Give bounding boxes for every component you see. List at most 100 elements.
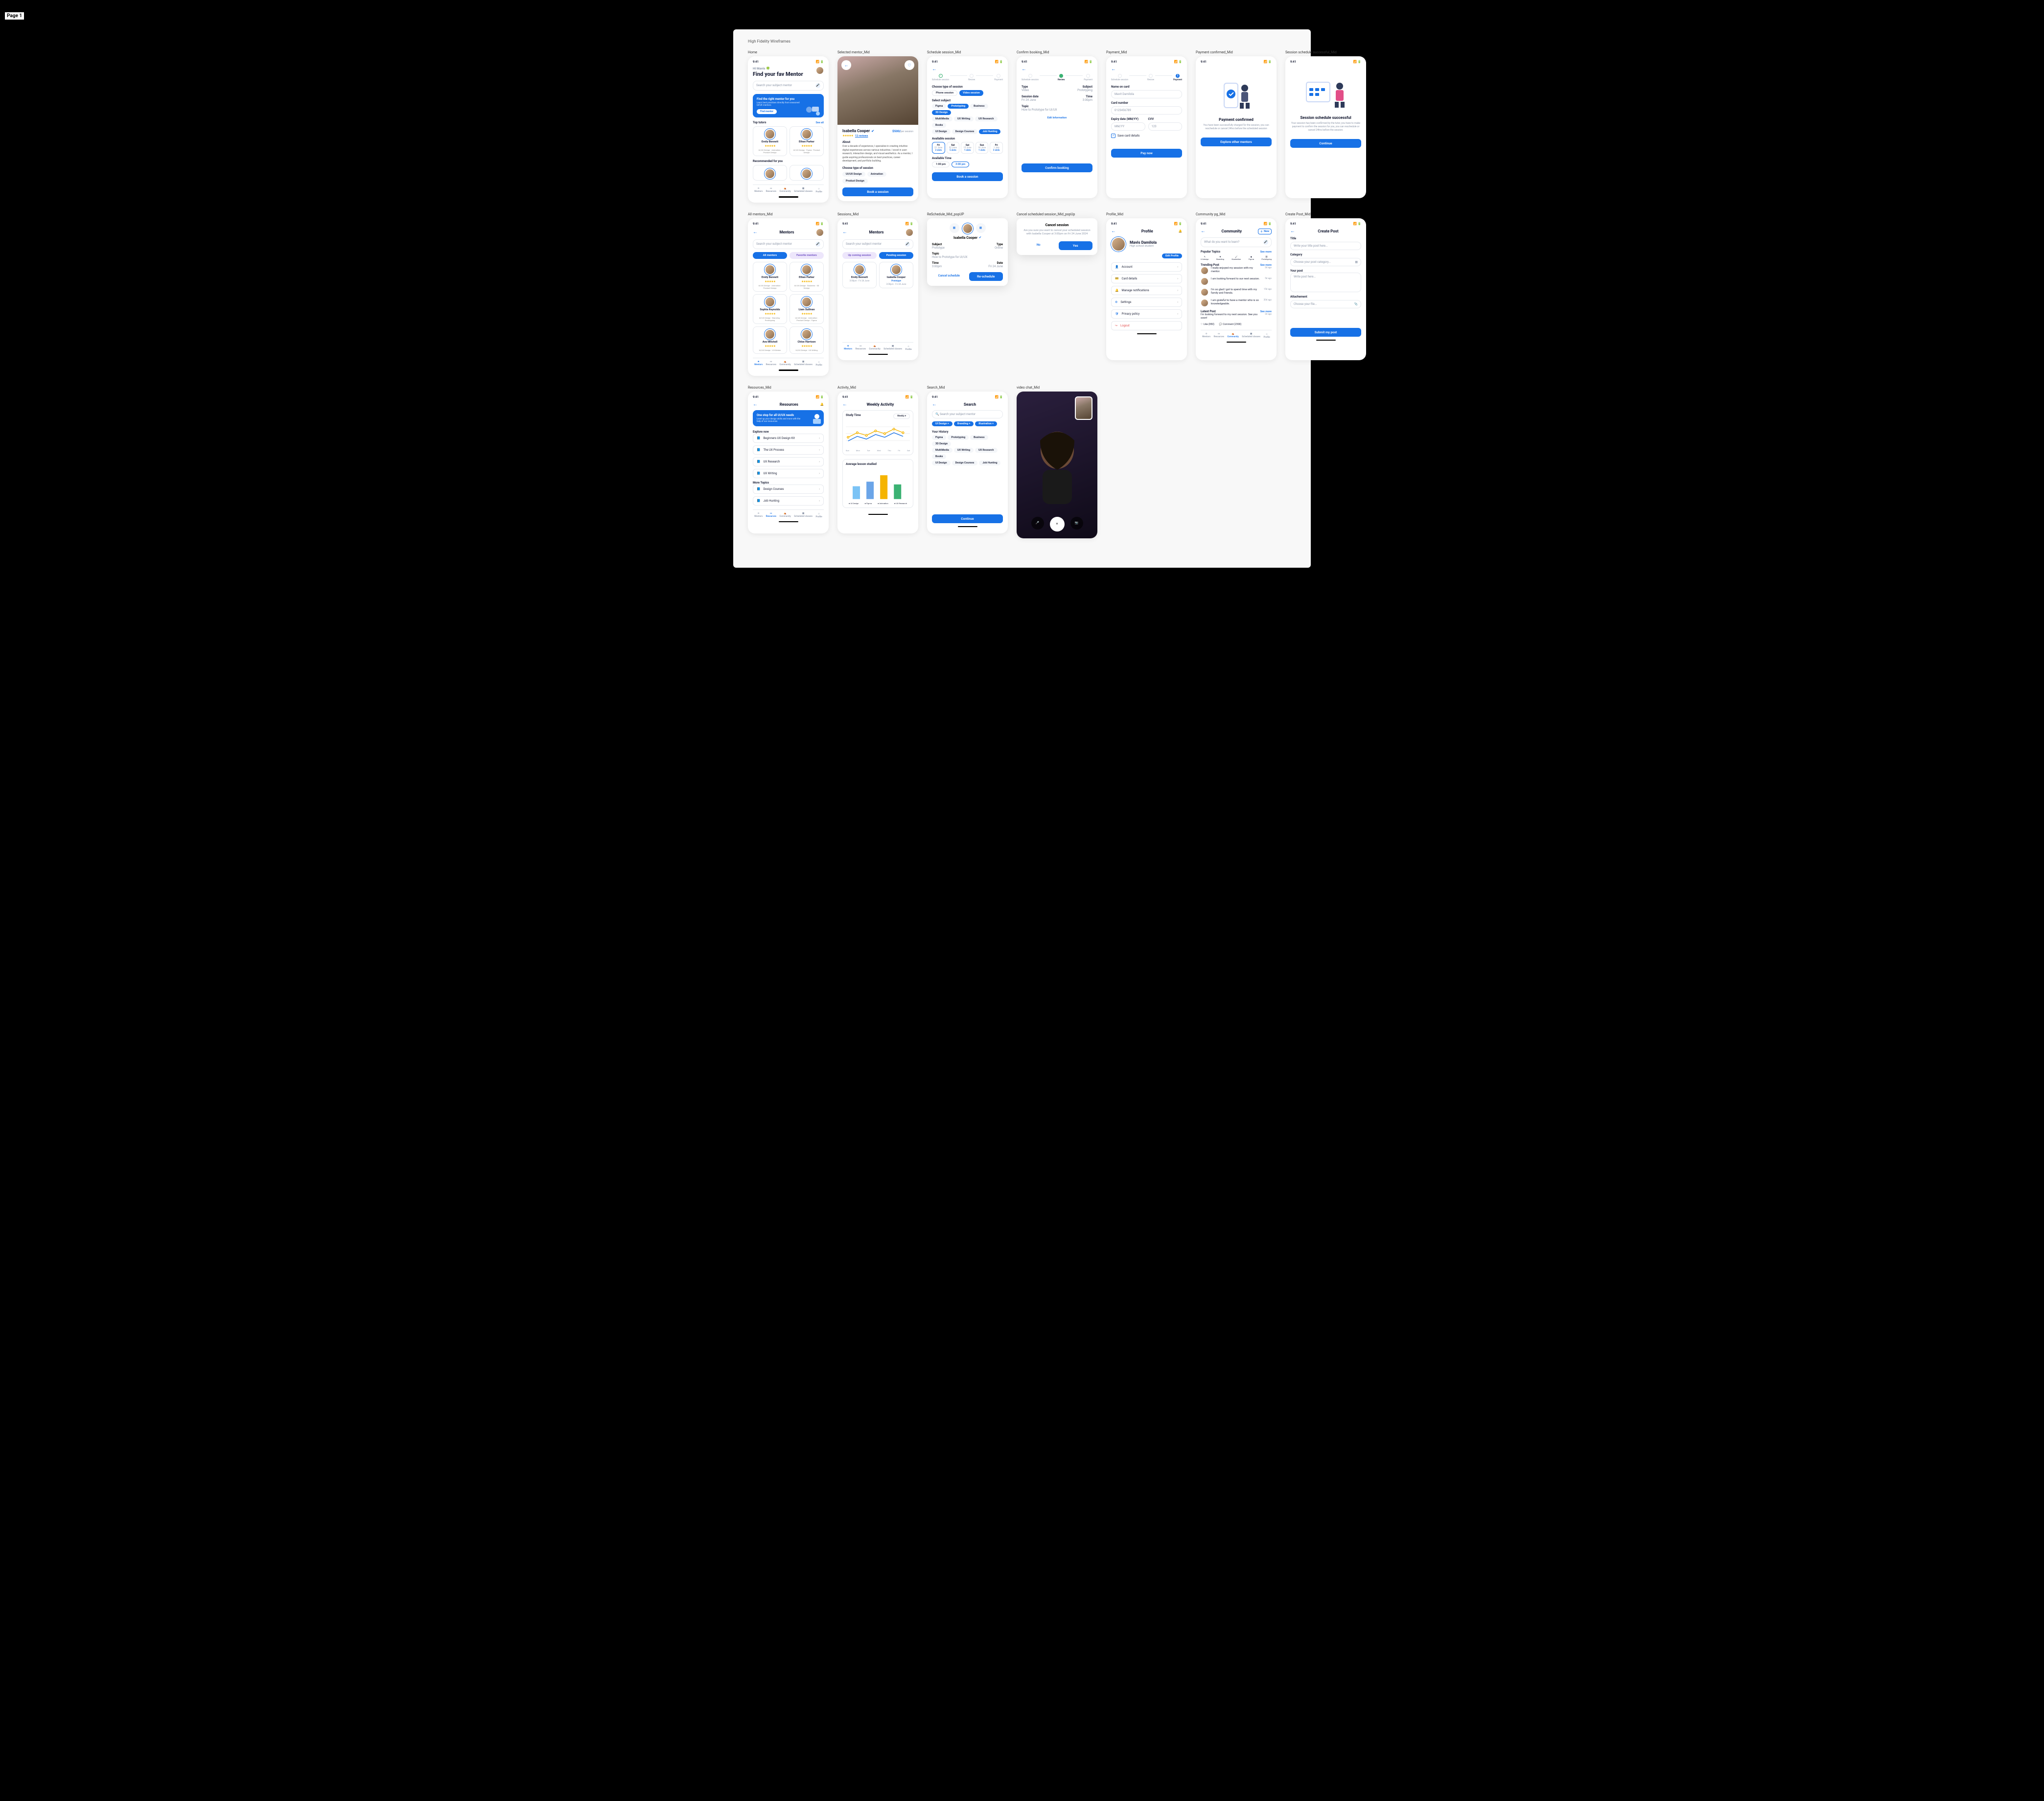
nav-scheduled[interactable]: ▦Scheduled classes: [794, 361, 813, 367]
chip[interactable]: Business: [970, 104, 988, 109]
nav-community[interactable]: ⛺Community: [779, 361, 790, 367]
mic-icon[interactable]: 🎤: [905, 242, 910, 247]
nav-scheduled[interactable]: ▦Scheduled classes: [1242, 333, 1260, 339]
tutor-card[interactable]: Liam Sullivan★★★★★UI/UX Design · Animati…: [790, 294, 824, 324]
filter-favorite[interactable]: Favorite mentors: [790, 252, 824, 259]
resource-row[interactable]: 📘Job Hunting›: [753, 496, 824, 506]
nav-profile[interactable]: ☺Profile: [905, 345, 911, 351]
nav-resources[interactable]: ▭Resources: [766, 361, 776, 367]
camera-toggle-button[interactable]: 📷: [1070, 517, 1083, 530]
back-button[interactable]: ←: [753, 402, 758, 407]
back-button[interactable]: ←: [1201, 229, 1206, 234]
back-button[interactable]: ←: [841, 60, 851, 70]
profile-row-account[interactable]: 👤Account›: [1111, 262, 1182, 272]
mic-icon[interactable]: 🎤: [1263, 240, 1268, 245]
chip[interactable]: MultiMedia: [932, 448, 952, 453]
topic[interactable]: 🖌Illustration: [1231, 255, 1241, 260]
attachment-input[interactable]: Choose your file...📎: [1290, 300, 1361, 308]
avatar[interactable]: [816, 229, 824, 236]
yes-button[interactable]: Yes: [1059, 241, 1093, 250]
nav-resources[interactable]: ▭Resources: [1214, 333, 1224, 339]
nav-community[interactable]: ⛺Community: [869, 345, 880, 351]
nav-mentors[interactable]: ☆Mentors: [1202, 333, 1210, 339]
profile-row-notifications[interactable]: 🔔Manage notifications›: [1111, 286, 1182, 295]
profile-row-privacy[interactable]: 🛡Privacy policy›: [1111, 309, 1182, 319]
chip[interactable]: UX Research: [975, 116, 998, 121]
name-input[interactable]: Mavit Damilola: [1111, 90, 1182, 98]
session-type-video[interactable]: Video session: [959, 90, 983, 96]
chip[interactable]: UI Design: [932, 461, 951, 465]
nav-mentors[interactable]: ★Mentors: [844, 345, 852, 351]
back-button[interactable]: ←: [1290, 229, 1295, 234]
topic[interactable]: ❖Branding: [1216, 255, 1224, 260]
tutor-card[interactable]: Ethan Parker★★★★★UI/UX Design · Figma · …: [790, 126, 824, 156]
chip[interactable]: UX Writing: [954, 116, 974, 121]
category-select[interactable]: Choose your post category...▦: [1290, 258, 1361, 266]
tutor-card[interactable]: Emily Bennett★★★★★UI/UX Design · Animati…: [753, 262, 787, 292]
cvv-input[interactable]: 123: [1148, 122, 1183, 131]
date-slot[interactable]: Sun16 June1 slots: [976, 142, 989, 154]
search-input[interactable]: 🔍 Search your subject mentor: [932, 410, 1003, 418]
time-slot[interactable]: 3:00 pm: [952, 162, 969, 167]
chip[interactable]: UX Writing: [954, 448, 974, 453]
nav-resources[interactable]: ▭Resources: [856, 345, 866, 351]
back-button[interactable]: ←: [1111, 67, 1182, 72]
nav-resources[interactable]: ▭Resources: [766, 187, 776, 193]
reviews-link[interactable]: 12 reviews: [855, 135, 868, 138]
resource-row[interactable]: 📘Beginners UX Design Kit›: [753, 434, 824, 443]
time-slot[interactable]: 1:00 pm: [932, 162, 950, 167]
confirm-booking-button[interactable]: Confirm booking: [1022, 163, 1092, 172]
chip[interactable]: Books: [932, 123, 946, 128]
edit-profile-button[interactable]: Edit Profile: [1162, 254, 1182, 258]
resource-row[interactable]: 📘The UX Process›: [753, 445, 824, 455]
profile-row-card[interactable]: 💳Card details›: [1111, 274, 1182, 283]
book-session-button[interactable]: Book a session: [932, 172, 1003, 181]
back-button[interactable]: ←: [932, 67, 1003, 72]
cancel-schedule-button[interactable]: Cancel schedule: [932, 272, 966, 281]
explore-mentors-button[interactable]: Explore other mentors: [1201, 138, 1272, 146]
avatar[interactable]: [816, 67, 824, 74]
nav-profile[interactable]: ☺Profile: [1263, 333, 1270, 339]
chip[interactable]: Job Hunting: [979, 461, 1000, 465]
resource-row[interactable]: 📘UX Writing›: [753, 469, 824, 478]
date-slot[interactable]: Sat22 June5 slots: [947, 142, 960, 154]
date-slot[interactable]: Fri1 July2 slots: [990, 142, 1003, 154]
mic-toggle-button[interactable]: 🎤: [1031, 517, 1044, 530]
back-button[interactable]: ←: [1022, 67, 1092, 72]
fav-button[interactable]: ♡: [905, 60, 914, 70]
range-select[interactable]: Weekly ▾: [893, 414, 910, 419]
date-slot[interactable]: Fri21 June2 slots: [932, 142, 945, 154]
avatar[interactable]: [906, 229, 913, 236]
chip[interactable]: Job Hunting: [979, 129, 1000, 134]
see-more-link[interactable]: See more: [1260, 251, 1272, 254]
nav-mentors[interactable]: ★Mentors: [754, 361, 763, 367]
post[interactable]: I am grateful to have a mentor who is so…: [1201, 299, 1272, 307]
pay-now-button[interactable]: Pay now: [1111, 149, 1182, 158]
no-button[interactable]: No: [1022, 241, 1056, 250]
nav-scheduled[interactable]: ▦Scheduled classes: [794, 187, 813, 193]
back-button[interactable]: ←: [753, 230, 758, 235]
nav-profile[interactable]: ☺Profile: [815, 187, 822, 193]
title-input[interactable]: Write your title post here...: [1290, 242, 1361, 250]
chip[interactable]: Prototyping: [948, 435, 969, 440]
continue-button[interactable]: Continue: [1290, 139, 1361, 148]
post-textarea[interactable]: Write post here...: [1290, 273, 1361, 292]
chip[interactable]: Product Design: [842, 179, 868, 184]
see-all-link[interactable]: See all: [816, 121, 824, 124]
active-chip[interactable]: Illustration ×: [975, 421, 997, 426]
session-card[interactable]: Emily Bennett3:00pm · Fri 24 June: [842, 262, 877, 288]
chip[interactable]: Animation: [867, 172, 886, 177]
topic[interactable]: ◆Figma: [1249, 255, 1254, 260]
nav-mentors[interactable]: ☆Mentors: [754, 187, 763, 193]
chip[interactable]: Business: [970, 435, 988, 440]
back-button[interactable]: ←: [842, 402, 847, 407]
resource-row[interactable]: 📘UX Research›: [753, 457, 824, 466]
active-chip[interactable]: UI Design ×: [932, 421, 952, 426]
tutor-card[interactable]: Chloe Harrison★★★★★UI/UX Design · UX Wri…: [790, 326, 824, 354]
expiry-input[interactable]: MM/YY: [1111, 122, 1145, 131]
new-post-button[interactable]: ＋New: [1258, 229, 1272, 234]
save-card-checkbox[interactable]: ✓Save card details: [1111, 134, 1182, 138]
nav-community[interactable]: ⛺Community: [779, 512, 790, 518]
chip[interactable]: Design Courses: [952, 129, 978, 134]
search-input[interactable]: What do you want to learn?🎤: [1201, 237, 1272, 247]
